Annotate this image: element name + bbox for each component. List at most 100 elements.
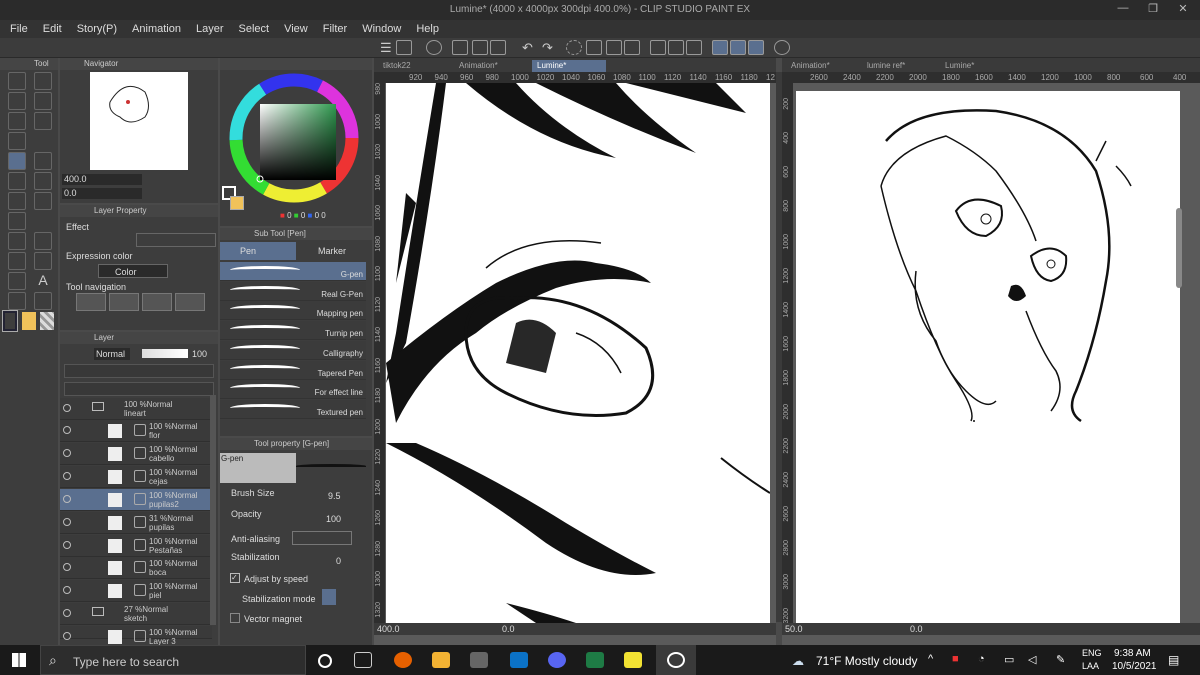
clip-studio-taskbar-button[interactable] [656, 645, 696, 675]
brush-item[interactable]: Textured pen [220, 399, 366, 419]
menu-select[interactable]: Select [229, 20, 270, 35]
layer-opacity-slider[interactable] [142, 349, 188, 358]
canvas1-zoom[interactable]: 400.0 [377, 624, 400, 634]
canvas2-zoom[interactable]: 50.0 [785, 624, 803, 634]
visibility-eye-icon[interactable] [63, 563, 71, 571]
pen-icon[interactable] [8, 152, 26, 170]
layer-row[interactable]: 100 %Normal cejas [60, 466, 212, 488]
mail-icon[interactable] [510, 652, 528, 668]
deselect-icon[interactable] [650, 40, 666, 55]
visibility-eye-icon[interactable] [63, 609, 71, 617]
move-layer-icon[interactable] [34, 92, 52, 110]
visibility-eye-icon[interactable] [63, 472, 71, 480]
sticky-notes-icon[interactable] [624, 652, 642, 668]
clock-time[interactable]: 9:38 AM [1114, 648, 1151, 659]
document-tab[interactable]: Animation* [454, 60, 528, 72]
layer-row[interactable]: 100 %Normal Pestañas [60, 535, 212, 557]
upload-icon[interactable] [490, 40, 506, 55]
excel-icon[interactable] [586, 652, 604, 668]
notifications-icon[interactable]: ▤ [1168, 653, 1179, 667]
loading-icon[interactable] [566, 40, 582, 55]
language-line1[interactable]: ENG [1082, 648, 1102, 658]
invert-selection-icon[interactable] [668, 40, 684, 55]
visibility-eye-icon[interactable] [63, 495, 71, 503]
text-icon[interactable]: A [34, 272, 52, 290]
windows-start-icon[interactable] [12, 653, 26, 667]
crop-icon[interactable] [686, 40, 702, 55]
visibility-eye-icon[interactable] [63, 632, 71, 640]
move-icon[interactable] [8, 92, 26, 110]
layer-row[interactable]: 100 %Normal piel [60, 580, 212, 602]
layer-tools-row[interactable] [64, 364, 214, 378]
brush-item[interactable]: For effect line [220, 380, 366, 400]
eyedropper-icon[interactable] [8, 132, 26, 150]
color-wheel[interactable] [226, 70, 366, 210]
magic-wand-icon[interactable] [34, 112, 52, 130]
snap-ruler-icon[interactable] [712, 40, 728, 55]
canvas2-drawing[interactable] [796, 91, 1180, 623]
help-icon[interactable] [774, 40, 790, 55]
document-tab[interactable]: tiktok22 [378, 60, 452, 72]
blend-mode-select[interactable]: Normal [94, 348, 130, 360]
stabilization-value[interactable]: 0 [336, 556, 341, 566]
layer-scrollbar[interactable] [210, 395, 216, 625]
ruler-icon[interactable] [8, 272, 26, 290]
fill-bucket-icon[interactable] [8, 232, 26, 250]
redo-icon[interactable]: ↷ [542, 40, 558, 55]
menu-edit[interactable]: Edit [33, 20, 62, 35]
main-color-swatch[interactable] [2, 310, 18, 332]
layer-row[interactable]: 100 %Normal Layer 3 [60, 626, 212, 646]
opacity-value[interactable]: 100 [326, 514, 341, 524]
sub-color-chip[interactable] [230, 196, 244, 210]
brush-icon[interactable] [8, 172, 26, 190]
menu-file[interactable]: File [0, 20, 28, 35]
document-tab[interactable]: Lumine* [940, 60, 1014, 72]
visibility-eye-icon[interactable] [63, 541, 71, 549]
menu-layer[interactable]: Layer [186, 20, 224, 35]
layer-row[interactable]: 100 %Normal cabello [60, 443, 212, 465]
clip-studio-icon[interactable] [426, 40, 442, 55]
navigator-preview[interactable] [90, 72, 188, 170]
menu-animation[interactable]: Animation [122, 20, 181, 35]
menu-view[interactable]: View [274, 20, 308, 35]
document-tab[interactable]: lumine ref* [862, 60, 936, 72]
tab-marker[interactable]: Marker [296, 242, 370, 260]
tab-pen[interactable]: Pen [220, 242, 296, 260]
tool-nav-button-2[interactable] [109, 293, 139, 311]
minimize-button[interactable]: — [1108, 2, 1138, 18]
visibility-eye-icon[interactable] [63, 426, 71, 434]
sub-color-swatch[interactable] [22, 312, 36, 330]
file-explorer-icon[interactable] [432, 652, 450, 668]
airbrush-icon[interactable] [34, 172, 52, 190]
menu-story[interactable]: Story(P) [67, 20, 117, 35]
brush-item[interactable]: Turnip pen [220, 321, 366, 341]
layer-actions-row[interactable] [64, 382, 214, 396]
effect-buttons[interactable] [136, 233, 216, 247]
hand-icon[interactable] [34, 72, 52, 90]
restore-button[interactable]: ❐ [1138, 2, 1168, 18]
adjust-by-speed-checkbox[interactable]: ✓ [230, 573, 240, 583]
snap-special-ruler-icon[interactable] [730, 40, 746, 55]
vector-magnet-checkbox[interactable] [230, 613, 240, 623]
weather-text[interactable]: 71°F Mostly cloudy [816, 654, 918, 668]
canvas2-scrollbar[interactable] [1176, 208, 1182, 288]
visibility-eye-icon[interactable] [63, 518, 71, 526]
brush-item[interactable]: Real G-Pen [220, 281, 366, 301]
blend-icon[interactable] [8, 212, 26, 230]
pencil-icon[interactable] [34, 152, 52, 170]
language-line2[interactable]: LAA [1082, 661, 1099, 671]
taskbar-search-box[interactable]: ⌕ Type here to search [40, 645, 306, 675]
layer-row[interactable]: 100 %Normal pupilas2 [60, 489, 212, 511]
battery-icon[interactable]: ▭ [1004, 653, 1014, 666]
clear-icon[interactable] [586, 40, 602, 55]
tool-nav-button-4[interactable] [175, 293, 205, 311]
layer-opacity-value[interactable]: 100 [192, 349, 207, 359]
brush-size-value[interactable]: 9.5 [328, 491, 341, 501]
store-icon[interactable] [470, 652, 488, 668]
gradient-icon[interactable] [34, 232, 52, 250]
expression-color-select[interactable]: Color [98, 264, 168, 278]
anti-aliasing-options[interactable] [292, 531, 352, 545]
pen-workspace-icon[interactable]: ✎ [1056, 653, 1065, 666]
frame-icon[interactable] [34, 252, 52, 270]
lasso-icon[interactable] [8, 112, 26, 130]
